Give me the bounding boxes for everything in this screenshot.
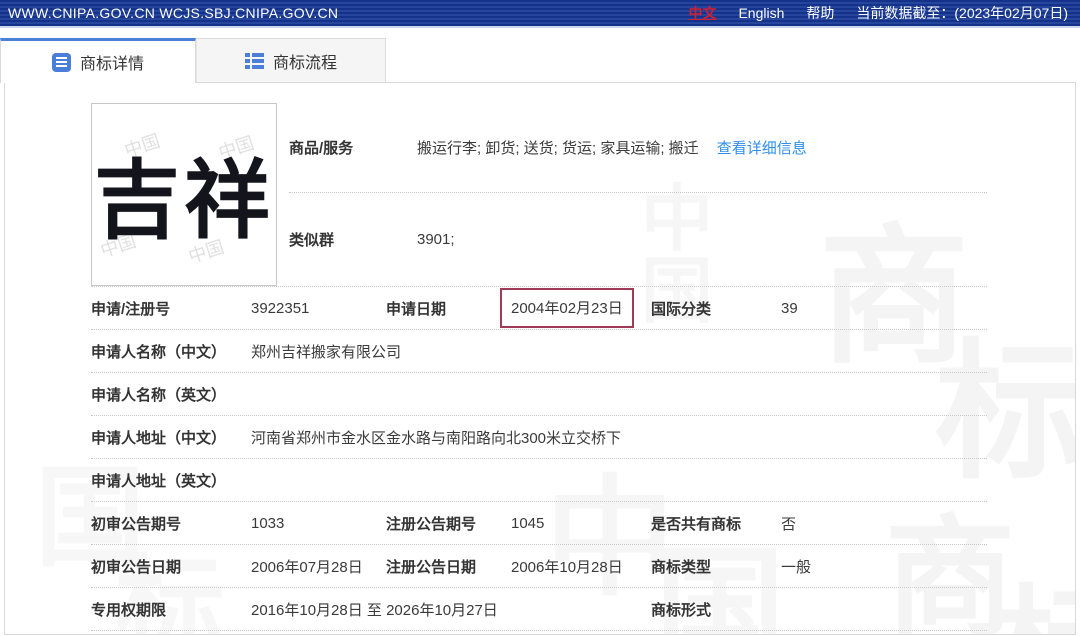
table-row-applicant-name-en: 申请人名称（英文） [91, 373, 987, 416]
exclusive-period-value: 2016年10月28日 至 2026年10月27日 [251, 599, 651, 620]
applicant-address-en-label: 申请人地址（英文） [91, 470, 251, 491]
applicant-name-cn-value: 郑州吉祥搬家有限公司 [251, 341, 987, 362]
goods-services-row: 商品/服务 搬运行李; 卸货; 送货; 货运; 家具运输; 搬迁 查看详细信息 [289, 103, 987, 193]
intl-class-label: 国际分类 [651, 298, 781, 319]
prelim-gazette-date-label: 初审公告日期 [91, 556, 251, 577]
intl-class-value: 39 [781, 300, 987, 317]
reg-gazette-no-label: 注册公告期号 [386, 513, 511, 534]
prelim-gazette-no-label: 初审公告期号 [91, 513, 251, 534]
site-domains: WWW.CNIPA.GOV.CN WCJS.SBJ.CNIPA.GOV.CN [8, 5, 338, 21]
view-details-link[interactable]: 查看详细信息 [717, 137, 807, 158]
detail-table: 中国 中国 中国 中国 吉祥 商品/服务 搬运行李; 卸货; 送货; 货运; 家… [5, 83, 987, 631]
tab-trademark-detail[interactable]: 商标详情 [0, 38, 196, 83]
mark-type-label: 商标类型 [651, 556, 781, 577]
shared-mark-value: 否 [781, 513, 987, 534]
applicant-name-en-label: 申请人名称（英文） [91, 384, 251, 405]
applicant-address-cn-label: 申请人地址（中文） [91, 427, 251, 448]
exclusive-period-label: 专用权期限 [91, 599, 251, 620]
table-row-exclusive-period: 专用权期限 2016年10月28日 至 2026年10月27日 商标形式 [91, 588, 987, 631]
reg-gazette-date-value: 2006年10月28日 [511, 556, 651, 577]
lang-english-link[interactable]: English [738, 5, 784, 21]
similar-group-label: 类似群 [289, 229, 417, 250]
similar-group-value: 3901; [417, 231, 455, 248]
applicant-address-cn-value: 河南省郑州市金水区金水路与南阳路向北300米立交桥下 [251, 427, 987, 448]
similar-group-row: 类似群 3901; [289, 193, 987, 285]
trademark-text: 吉祥 [94, 130, 274, 255]
tab-process-label: 商标流程 [273, 49, 337, 73]
tab-detail-label: 商标详情 [80, 50, 144, 74]
trademark-detail-panel: 商 标 中 国 中 国 商 标 国 标 国 中国 中国 中国 中国 吉祥 商品/… [4, 82, 1076, 635]
application-date-value-highlighted: 2004年02月23日 [500, 288, 634, 328]
mark-form-label: 商标形式 [651, 599, 781, 620]
top-rows: 商品/服务 搬运行李; 卸货; 送货; 货运; 家具运输; 搬迁 查看详细信息 … [289, 103, 987, 286]
top-section: 中国 中国 中国 中国 吉祥 商品/服务 搬运行李; 卸货; 送货; 货运; 家… [91, 103, 987, 287]
top-bar: WWW.CNIPA.GOV.CN WCJS.SBJ.CNIPA.GOV.CN 中… [0, 0, 1080, 28]
mark-type-value: 一般 [781, 556, 987, 577]
tab-trademark-process[interactable]: 商标流程 [196, 38, 386, 82]
lang-chinese-link[interactable]: 中文 [688, 3, 716, 23]
tab-bar: 商标详情 商标流程 [0, 38, 1080, 82]
help-link[interactable]: 帮助 [806, 3, 834, 23]
list-icon [245, 53, 264, 69]
prelim-gazette-no-value: 1033 [251, 515, 386, 532]
document-lines-icon [52, 53, 71, 72]
goods-services-label: 商品/服务 [289, 137, 417, 158]
table-row-gazette-numbers: 初审公告期号 1033 注册公告期号 1045 是否共有商标 否 [91, 502, 987, 545]
reg-gazette-no-value: 1045 [511, 515, 651, 532]
table-row-applicant-address-cn: 申请人地址（中文） 河南省郑州市金水区金水路与南阳路向北300米立交桥下 [91, 416, 987, 459]
goods-services-value: 搬运行李; 卸货; 送货; 货运; 家具运输; 搬迁 [417, 137, 699, 158]
trademark-image: 中国 中国 中国 中国 吉祥 [91, 103, 277, 286]
applicant-name-cn-label: 申请人名称（中文） [91, 341, 251, 362]
table-row-applicant-address-en: 申请人地址（英文） [91, 459, 987, 502]
reg-gazette-date-label: 注册公告日期 [386, 556, 511, 577]
watermark-glyph: 标 [995, 583, 1076, 635]
data-cutoff-text: 当前数据截至：(2023年02月07日) [856, 3, 1068, 23]
table-row-applicant-name-cn: 申请人名称（中文） 郑州吉祥搬家有限公司 [91, 330, 987, 373]
application-number-value: 3922351 [251, 300, 386, 317]
application-date-label: 申请日期 [386, 298, 511, 319]
table-row-gazette-dates: 初审公告日期 2006年07月28日 注册公告日期 2006年10月28日 商标… [91, 545, 987, 588]
prelim-gazette-date-value: 2006年07月28日 [251, 556, 386, 577]
table-row-application: 申请/注册号 3922351 申请日期 2004年02月23日 国际分类 39 [91, 287, 987, 330]
shared-mark-label: 是否共有商标 [651, 513, 781, 534]
application-number-label: 申请/注册号 [91, 298, 251, 319]
